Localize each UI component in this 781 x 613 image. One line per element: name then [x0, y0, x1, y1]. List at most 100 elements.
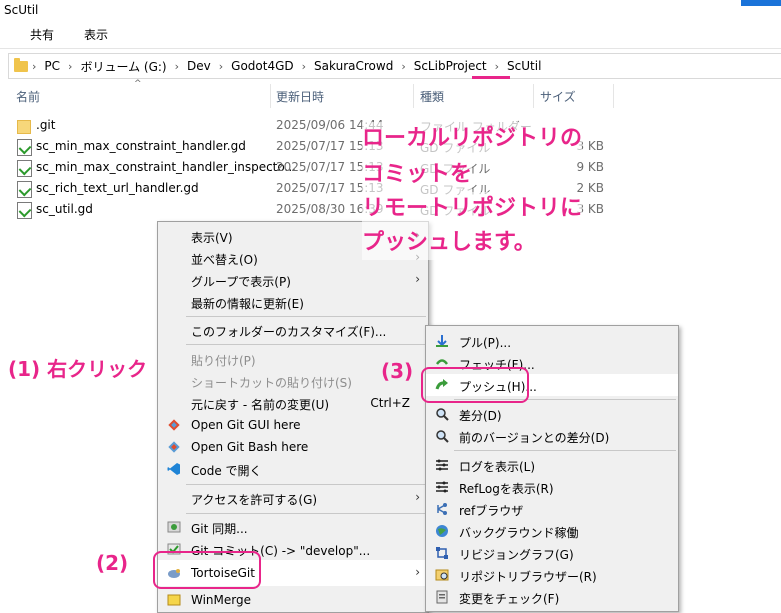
submenu-item-check-modifications[interactable]: 変更をチェック(F) [426, 586, 678, 608]
breadcrumb-sakuracrowd[interactable]: SakuraCrowd [314, 59, 393, 73]
menu-item-label: 表示(V) [191, 231, 233, 245]
submenu-item-pull[interactable]: プル(P)... [426, 330, 678, 352]
submenu-item-repo-browser[interactable]: リポジトリブラウザー(R) [426, 564, 678, 586]
gd-file-icon [17, 139, 32, 156]
file-size: 9 KB [576, 160, 604, 174]
step-2-label: (2) [96, 551, 129, 575]
breadcrumb-sclibproject[interactable]: ScLibProject [414, 59, 487, 73]
menu-item-winmerge[interactable]: WinMerge [158, 589, 428, 611]
highlight-push [421, 367, 529, 403]
menu-item-label: このフォルダーのカスタマイズ(F)... [191, 325, 387, 339]
menu-item-label: 並べ替え(O) [191, 253, 258, 267]
submenu-item-ref-browser[interactable]: refブラウザ [426, 498, 678, 520]
breadcrumb-volume[interactable]: ボリューム (G:) [80, 58, 166, 75]
chevron-right-icon: › [401, 59, 406, 73]
gd-file-icon [17, 202, 32, 219]
file-name: sc_min_max_constraint_handler_inspecto..… [36, 160, 296, 174]
note-line-4: プッシュします。 [362, 226, 536, 260]
menu-item-shortcut: Ctrl+Z [370, 396, 410, 410]
highlight-tortoisegit [153, 551, 261, 589]
breadcrumb-godot4gd[interactable]: Godot4GD [231, 59, 293, 73]
folder-icon [17, 120, 31, 134]
winmerge-icon [167, 594, 181, 606]
note-line-2: コミットを [362, 158, 473, 192]
ref-browser-icon [437, 503, 447, 515]
git-gui-icon [168, 419, 180, 431]
column-header-date[interactable]: 更新日時 [276, 88, 324, 105]
daemon-icon [436, 525, 448, 537]
file-name: sc_util.gd [36, 202, 93, 216]
menu-item-group-by[interactable]: グループで表示(P) › [158, 269, 428, 291]
menu-separator [186, 513, 426, 514]
gd-file-icon [17, 160, 32, 177]
git-bash-icon [168, 441, 180, 453]
menu-item-label: 最新の情報に更新(E) [191, 297, 304, 311]
step-1-label: (1) 右クリック [8, 357, 148, 381]
file-name: sc_min_max_constraint_handler.gd [36, 139, 246, 153]
breadcrumb-pc[interactable]: PC [44, 59, 60, 73]
ribbon-tab-share[interactable]: 共有 [30, 26, 54, 43]
column-header-type[interactable]: 種類 [420, 88, 444, 105]
menu-separator [186, 484, 426, 485]
menu-item-label: リビジョングラフ(G) [459, 548, 574, 562]
vscode-icon [167, 463, 180, 475]
gd-file-icon [17, 181, 32, 198]
submenu-item-diff-previous[interactable]: 前のバージョンとの差分(D) [426, 425, 678, 447]
menu-item-label: Open Git GUI here [191, 418, 301, 432]
chevron-right-icon: › [68, 59, 73, 73]
column-header-size[interactable]: サイズ [540, 88, 576, 105]
address-bar[interactable]: › PC › ボリューム (G:) › Dev › Godot4GD › Sak… [8, 53, 781, 79]
menu-item-label: Open Git Bash here [191, 440, 309, 454]
menu-item-label: ショートカットの貼り付け(S) [191, 376, 352, 390]
menu-item-open-git-gui[interactable]: Open Git GUI here [158, 414, 428, 436]
menu-item-grant-access[interactable]: アクセスを許可する(G) › [158, 487, 428, 509]
submenu-item-revision-graph[interactable]: リビジョングラフ(G) [426, 542, 678, 564]
diff-icon [436, 408, 449, 421]
file-name: sc_rich_text_url_handler.gd [36, 181, 199, 195]
menu-item-label: Git 同期... [191, 522, 248, 536]
current-folder-highlight [472, 76, 510, 79]
breadcrumb-scutil[interactable]: ScUtil [507, 59, 541, 73]
submenu-item-diff[interactable]: 差分(D) [426, 403, 678, 425]
menu-item-undo-rename[interactable]: 元に戻す - 名前の変更(U) Ctrl+Z [158, 392, 428, 414]
menu-item-refresh[interactable]: 最新の情報に更新(E) [158, 291, 428, 313]
menu-item-label: リポジトリブラウザー(R) [459, 570, 597, 584]
menu-separator [186, 344, 426, 345]
menu-item-label: WinMerge [191, 593, 251, 607]
menu-item-label: プル(P)... [459, 336, 512, 350]
breadcrumb-dev[interactable]: Dev [187, 59, 211, 73]
file-name: .git [36, 118, 56, 132]
revision-graph-icon [436, 547, 448, 559]
column-divider[interactable] [413, 84, 414, 108]
submenu-item-daemon[interactable]: バックグラウンド稼働 [426, 520, 678, 542]
menu-item-label: 元に戻す - 名前の変更(U) [191, 398, 330, 412]
menu-separator [186, 316, 426, 317]
folder-icon [14, 57, 28, 72]
sort-ascending-icon: ^ [134, 79, 142, 89]
menu-item-label: バックグラウンド稼働 [459, 526, 579, 540]
column-header-name[interactable]: 名前 [16, 88, 40, 105]
window-accent [741, 0, 781, 6]
column-divider[interactable] [270, 84, 271, 108]
chevron-right-icon: › [32, 59, 37, 73]
check-modifications-icon [436, 590, 448, 604]
chevron-right-icon: › [301, 59, 307, 73]
menu-item-open-git-bash[interactable]: Open Git Bash here [158, 436, 428, 458]
menu-item-open-with-code[interactable]: Code で開く [158, 458, 428, 480]
column-divider[interactable] [533, 84, 534, 108]
pull-icon [436, 335, 448, 347]
chevron-right-icon: › [415, 490, 420, 504]
menu-item-label: refブラウザ [459, 504, 524, 518]
submenu-item-show-reflog[interactable]: RefLogを表示(R) [426, 476, 678, 498]
column-divider[interactable] [613, 84, 614, 108]
menu-item-label: 変更をチェック(F) [459, 592, 560, 606]
menu-item-git-sync[interactable]: Git 同期... [158, 516, 428, 538]
menu-item-label: グループで表示(P) [191, 275, 291, 289]
ribbon-tab-view[interactable]: 表示 [84, 26, 108, 43]
note-line-3: リモートリポジトリに [362, 192, 583, 226]
menu-item-label: アクセスを許可する(G) [191, 493, 318, 507]
menu-item-customize-folder[interactable]: このフォルダーのカスタマイズ(F)... [158, 319, 428, 341]
note-line-1: ローカルリポジトリの [362, 122, 583, 156]
submenu-item-show-log[interactable]: ログを表示(L) [426, 454, 678, 476]
diff-prev-icon [436, 430, 449, 443]
